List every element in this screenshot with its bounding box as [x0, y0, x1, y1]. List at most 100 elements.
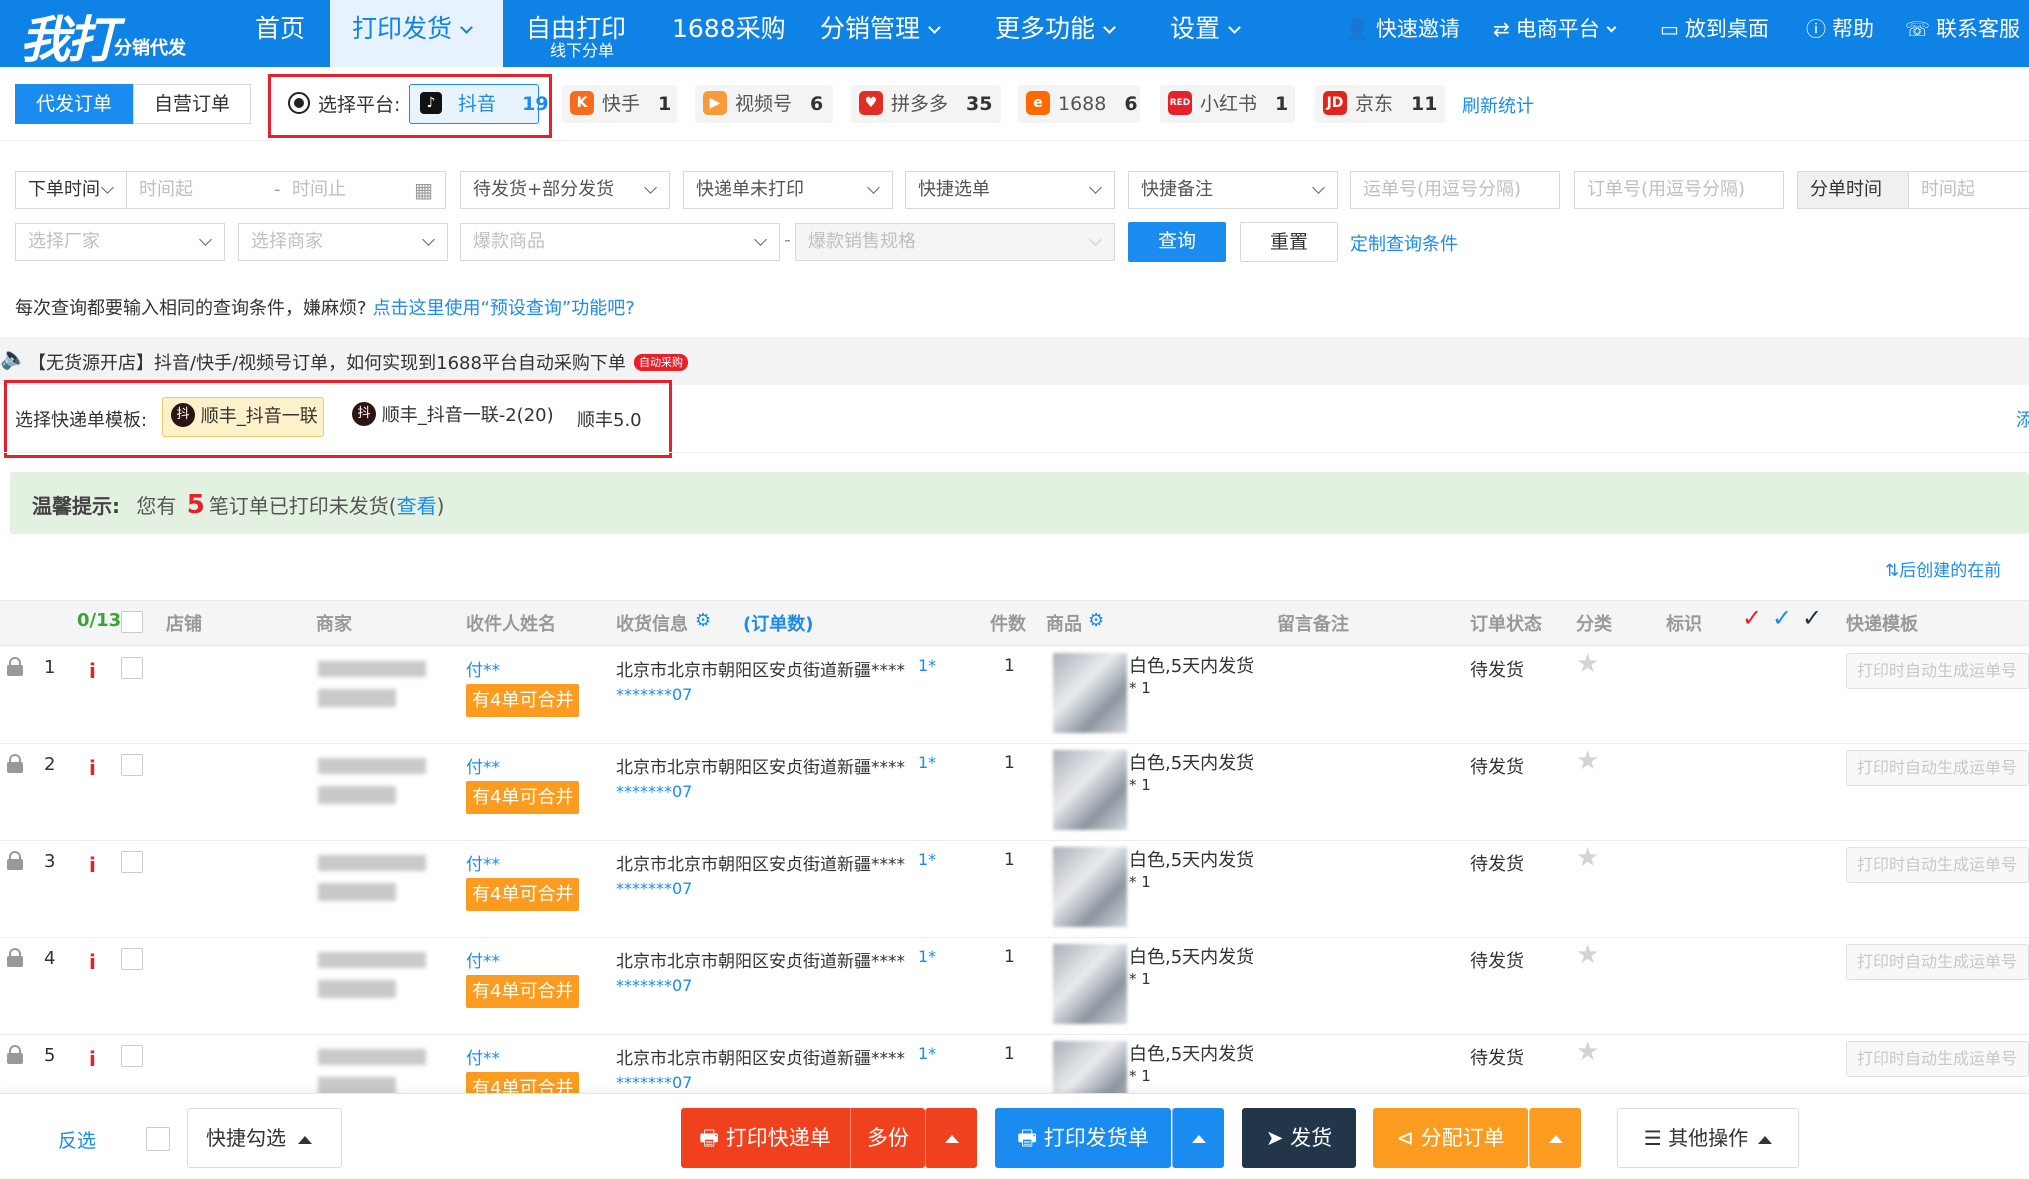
nav-more[interactable]: 更多功能	[995, 0, 1116, 67]
row-checkbox[interactable]	[121, 754, 143, 776]
table-row[interactable]: 1 i 付** 有4单可合并 北京市北京市朝阳区安贞街道新疆**** 1* **…	[0, 647, 2029, 744]
address-order-count[interactable]: 1*	[918, 850, 936, 869]
nav-settings[interactable]: 设置	[1170, 0, 1241, 67]
address-order-count[interactable]: 1*	[918, 656, 936, 675]
check-blue-icon[interactable]: ✓	[1772, 604, 1792, 632]
table-row[interactable]: 2 i 付** 有4单可合并 北京市北京市朝阳区安贞街道新疆**** 1* **…	[0, 744, 2029, 841]
info-icon[interactable]: i	[89, 659, 96, 683]
notice-view-link[interactable]: 查看	[397, 494, 437, 518]
info-icon[interactable]: i	[89, 853, 96, 877]
info-icon[interactable]: i	[89, 756, 96, 780]
app-logo[interactable]: 我打 分销代发	[20, 2, 220, 69]
merge-badge[interactable]: 有4单可合并	[466, 878, 580, 911]
lock-icon[interactable]	[6, 948, 24, 967]
ship-button[interactable]: ➤ 发货	[1242, 1108, 1356, 1168]
platform-shipinhao[interactable]: ▶ 视频号 6	[695, 85, 833, 123]
order-number-input[interactable]: 订单号(用逗号分隔)	[1574, 171, 1784, 209]
refresh-stats-link[interactable]: 刷新统计	[1462, 92, 1534, 118]
print-invoice-dropdown[interactable]	[1172, 1108, 1224, 1168]
receiver-name[interactable]: 付**	[466, 753, 500, 778]
nav-desktop[interactable]: ▭ 放到桌面	[1660, 0, 1769, 60]
info-icon[interactable]: i	[89, 950, 96, 974]
platform-xiaohongshu[interactable]: RED 小红书 1	[1160, 85, 1295, 123]
nav-free-print[interactable]: 自由打印 线下分单	[526, 0, 638, 67]
address-order-count[interactable]: 1*	[918, 1044, 936, 1063]
waybill-number-input[interactable]: 运单号(用逗号分隔)	[1350, 171, 1560, 209]
merge-badge[interactable]: 有4单可合并	[466, 975, 580, 1008]
address-order-count[interactable]: 1*	[918, 947, 936, 966]
star-icon[interactable]: ★	[1576, 649, 1599, 679]
tab-dropship-orders[interactable]: 代发订单	[15, 84, 133, 124]
platform-pinduoduo[interactable]: ♥ 拼多多 35	[851, 85, 1001, 123]
invert-selection-link[interactable]: 反选	[58, 1126, 96, 1153]
split-time-select[interactable]: 分单时间	[1797, 171, 1909, 209]
custom-query-link[interactable]: 定制查询条件	[1350, 230, 1458, 256]
preset-tip-link[interactable]: 点击这里使用“预设查询”功能吧?	[373, 298, 635, 319]
check-red-icon[interactable]: ✓	[1742, 604, 1762, 632]
lock-icon[interactable]	[6, 851, 24, 870]
merge-badge[interactable]: 有4单可合并	[466, 781, 580, 814]
product-thumbnail[interactable]	[1053, 653, 1127, 733]
nav-home[interactable]: 首页	[255, 0, 325, 67]
product-thumbnail[interactable]	[1053, 847, 1127, 927]
assign-order-button[interactable]: ⊲ 分配订单	[1373, 1108, 1528, 1168]
assign-order-dropdown[interactable]	[1529, 1108, 1581, 1168]
check-dark-icon[interactable]: ✓	[1802, 604, 1822, 632]
print-waybill-button[interactable]: 🖶 打印快递单	[681, 1108, 849, 1168]
order-time-range[interactable]: 时间起 - 时间止 ▦	[126, 171, 446, 209]
star-icon[interactable]: ★	[1576, 843, 1599, 873]
platform-douyin-selected[interactable]: ♪ 抖音 19	[409, 84, 549, 124]
row-checkbox[interactable]	[121, 948, 143, 970]
template-option[interactable]: 顺丰5.0	[577, 406, 642, 432]
nav-support[interactable]: ☏ 联系客服	[1905, 0, 2020, 60]
nav-distribution[interactable]: 分销管理	[820, 0, 941, 67]
hot-product-select[interactable]: 爆款商品	[460, 223, 780, 261]
print-invoice-button[interactable]: 🖶 打印发货单	[995, 1108, 1171, 1168]
platform-1688[interactable]: e 1688 6	[1018, 85, 1140, 123]
nav-help[interactable]: ⓘ 帮助	[1806, 0, 1874, 60]
query-button[interactable]: 查询	[1128, 222, 1226, 262]
nav-1688-purchase[interactable]: 1688采购	[672, 0, 786, 67]
radio-icon[interactable]	[288, 92, 310, 114]
quick-note-dropdown[interactable]: 快捷备注	[1128, 171, 1338, 209]
table-row[interactable]: 3 i 付** 有4单可合并 北京市北京市朝阳区安贞街道新疆**** 1* **…	[0, 841, 2029, 938]
receiver-name[interactable]: 付**	[466, 947, 500, 972]
star-icon[interactable]: ★	[1576, 940, 1599, 970]
product-thumbnail[interactable]	[1053, 944, 1127, 1024]
nav-ecommerce[interactable]: ⇄ 电商平台	[1493, 0, 1617, 60]
col-order-count[interactable]: (订单数)	[743, 610, 813, 636]
product-thumbnail[interactable]	[1053, 750, 1127, 830]
announcement-text[interactable]: 【无货源开店】抖音/快手/视频号订单，如何实现到1688平台自动采购下单	[28, 349, 626, 375]
platform-jd[interactable]: JD 京东 11	[1315, 85, 1445, 123]
quick-select-dropdown[interactable]: 快捷选单	[905, 171, 1115, 209]
template-add-link[interactable]: 添	[2016, 406, 2029, 432]
row-checkbox[interactable]	[121, 657, 143, 679]
receiver-name[interactable]: 付**	[466, 656, 500, 681]
split-time-start-input[interactable]: 时间起	[1908, 171, 2029, 209]
print-waybill-dropdown[interactable]	[925, 1108, 977, 1168]
merge-badge[interactable]: 有4单可合并	[466, 684, 580, 717]
row-checkbox[interactable]	[121, 1045, 143, 1067]
reset-button[interactable]: 重置	[1240, 222, 1338, 262]
row-checkbox[interactable]	[121, 851, 143, 873]
sort-order-link[interactable]: ⇅后创建的在前	[1885, 556, 2001, 581]
merchant-select[interactable]: 选择商家	[238, 223, 448, 261]
table-row[interactable]: 4 i 付** 有4单可合并 北京市北京市朝阳区安贞街道新疆**** 1* **…	[0, 938, 2029, 1035]
template-option-selected[interactable]: 抖 顺丰_抖音一联	[162, 397, 324, 437]
info-icon[interactable]: i	[89, 1047, 96, 1071]
lock-icon[interactable]	[6, 657, 24, 676]
star-icon[interactable]: ★	[1576, 746, 1599, 776]
template-option[interactable]: 抖 顺丰_抖音一联-2(20)	[352, 397, 554, 437]
ship-status-select[interactable]: 待发货+部分发货	[460, 171, 670, 209]
receiver-name[interactable]: 付**	[466, 850, 500, 875]
lock-icon[interactable]	[6, 1045, 24, 1064]
address-order-count[interactable]: 1*	[918, 753, 936, 772]
nav-print-ship[interactable]: 打印发货	[330, 0, 503, 67]
other-actions-button[interactable]: ☰ 其他操作	[1617, 1108, 1799, 1168]
select-all-checkbox[interactable]	[121, 611, 143, 633]
lock-icon[interactable]	[6, 754, 24, 773]
order-time-select[interactable]: 下单时间	[15, 171, 127, 209]
nav-invite[interactable]: 👤 快速邀请	[1345, 0, 1460, 60]
multi-copy-button[interactable]: 多份	[851, 1108, 925, 1168]
print-status-select[interactable]: 快递单未打印	[683, 171, 893, 209]
